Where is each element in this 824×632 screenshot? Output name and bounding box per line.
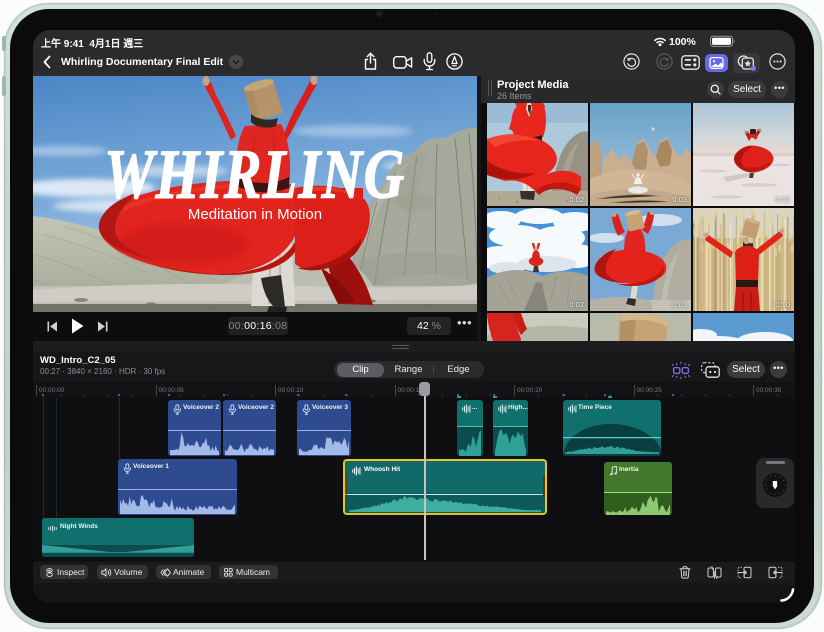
svg-text:100%: 100% xyxy=(669,36,697,48)
